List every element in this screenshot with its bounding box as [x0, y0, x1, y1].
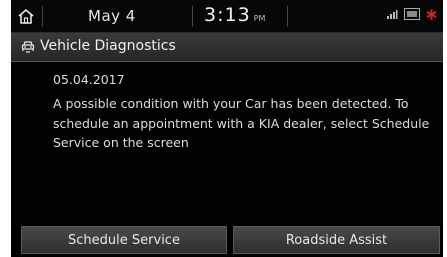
message-panel: 05.04.2017 A possible condition with you…: [11, 62, 443, 224]
message-body: A possible condition with your Car has b…: [53, 96, 430, 150]
lte-icon: [404, 8, 420, 20]
divider: [192, 6, 193, 27]
divider: [42, 6, 43, 27]
header-bar: Vehicle Diagnostics: [11, 33, 443, 62]
infotainment-screen: May 4 3:13 PM Vehicle Diagnostics 05.04.…: [11, 0, 443, 257]
signal-icon: [387, 9, 398, 19]
status-bar: May 4 3:13 PM: [11, 0, 443, 33]
status-icons: [386, 8, 437, 20]
page-title: Vehicle Diagnostics: [40, 38, 176, 54]
time-ampm: PM: [253, 14, 266, 23]
bluetooth-icon: [426, 9, 437, 19]
home-button[interactable]: [11, 0, 41, 32]
schedule-service-button[interactable]: Schedule Service: [21, 226, 227, 254]
time-value: 3:13: [204, 4, 251, 26]
home-icon: [18, 8, 34, 24]
status-time: 3:13 PM: [204, 4, 265, 26]
message-date: 05.04.2017: [53, 72, 125, 87]
car-diagnostics-icon: [21, 41, 35, 53]
status-date: May 4: [88, 7, 136, 25]
divider: [287, 6, 288, 27]
roadside-assist-button[interactable]: Roadside Assist: [233, 226, 440, 254]
